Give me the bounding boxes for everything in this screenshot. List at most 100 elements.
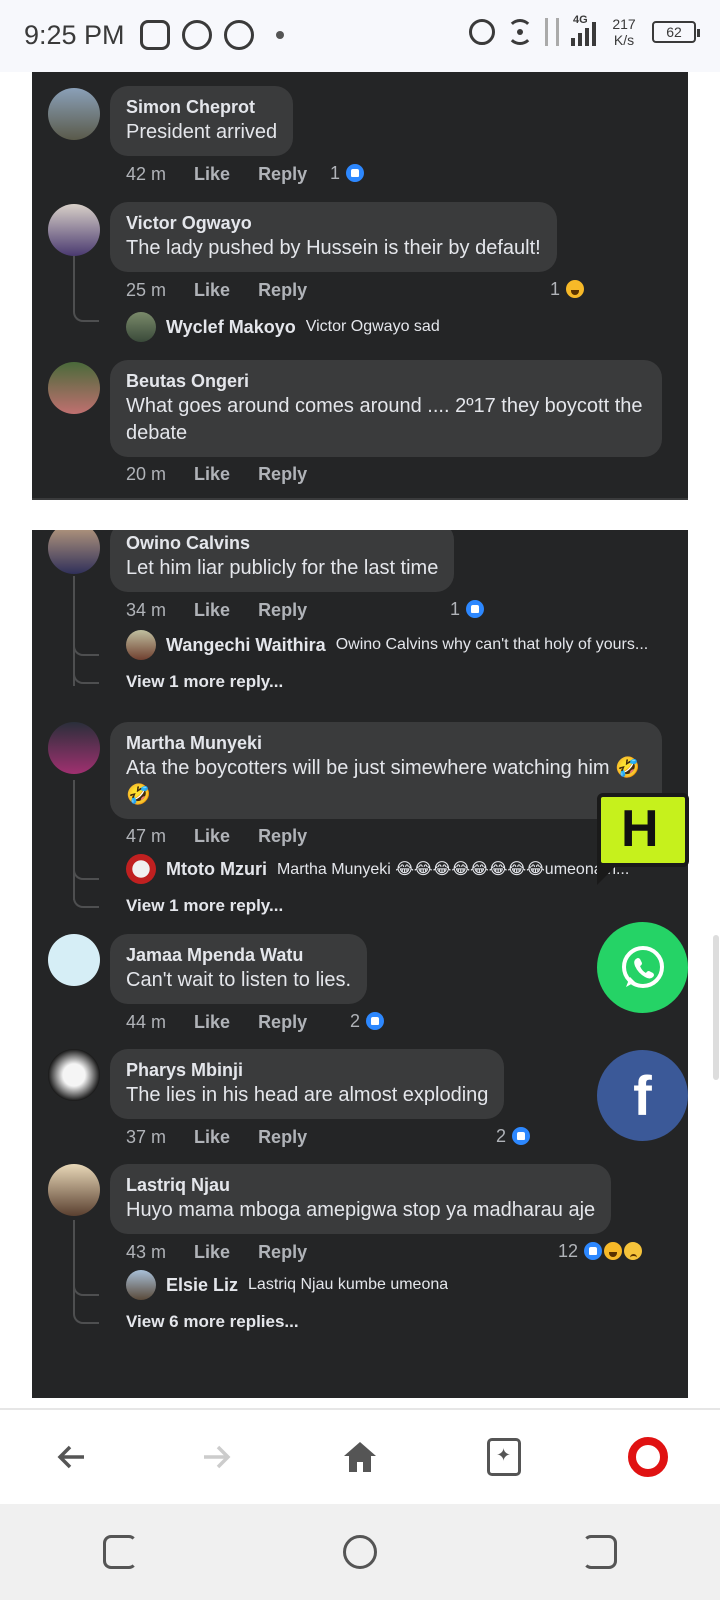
like-button[interactable]: Like	[194, 164, 230, 185]
sub-reply[interactable]: Elsie Liz Lastriq Njau kumbe umeona	[126, 1270, 672, 1300]
data-transfer-icon	[545, 18, 559, 46]
reply-button[interactable]: Reply	[258, 826, 307, 847]
comment-time: 20 m	[126, 464, 167, 484]
sub-reply[interactable]: Wangechi Waithira Owino Calvins why can'…	[126, 630, 672, 660]
comment-author[interactable]: Jamaa Mpenda Watu	[126, 943, 351, 967]
reply-avatar[interactable]	[126, 312, 156, 342]
like-button[interactable]: Like	[194, 1012, 230, 1033]
comment-author[interactable]: Victor Ogwayo	[126, 211, 541, 235]
alarm-icon	[469, 19, 495, 45]
comment: Simon Cheprot President arrived 42 m Lik…	[32, 86, 688, 186]
comment-bubble: Victor Ogwayo The lady pushed by Hussein…	[110, 202, 557, 272]
reply-author[interactable]: Elsie Liz	[166, 1275, 238, 1296]
like-button[interactable]: Like	[194, 280, 230, 301]
like-button[interactable]: Like	[194, 1127, 230, 1148]
haha-reaction-icon	[602, 1240, 625, 1262]
like-button[interactable]: Like	[194, 464, 230, 485]
comment-text: The lady pushed by Hussein is their by d…	[126, 237, 541, 259]
like-button[interactable]: Like	[194, 1242, 230, 1263]
avatar[interactable]	[48, 88, 100, 140]
system-status-icons: 4G 217 K/s 62	[469, 14, 700, 48]
reply-author[interactable]: Wyclef Makoyo	[166, 317, 296, 338]
reply-button[interactable]: Reply	[258, 1242, 307, 1263]
sub-reply[interactable]: Mtoto Mzuri Martha Munyeki 😂😂😂😂😂😂😂😂umeon…	[126, 854, 672, 884]
system-back-button[interactable]	[583, 1535, 617, 1569]
avatar[interactable]	[48, 362, 100, 414]
whatsapp-icon	[621, 945, 664, 988]
reaction-count[interactable]: 2	[496, 1125, 533, 1147]
tabs-button[interactable]	[474, 1427, 534, 1487]
view-more-replies[interactable]: View 6 more replies...	[126, 1312, 299, 1332]
sub-reply[interactable]: Wyclef Makoyo Victor Ogwayo sad	[126, 312, 672, 342]
facebook-share-button[interactable]: f	[597, 1050, 688, 1141]
reaction-count[interactable]: 2	[350, 1010, 387, 1032]
reply-button[interactable]: Reply	[258, 464, 307, 485]
tabs-icon	[487, 1438, 521, 1476]
comment-time: 44 m	[126, 1012, 167, 1032]
avatar[interactable]	[48, 1049, 100, 1101]
avatar[interactable]	[48, 934, 100, 986]
h-logo-icon: H	[621, 800, 659, 858]
reply-button[interactable]: Reply	[258, 600, 307, 621]
thread-hook	[73, 308, 99, 322]
reply-button[interactable]: Reply	[258, 280, 307, 301]
comment-actions: 25 m Like Reply	[126, 280, 307, 301]
reaction-count[interactable]: 12	[558, 1240, 645, 1262]
network-type: 4G	[573, 14, 588, 26]
comment-bubble: Beutas Ongeri What goes around comes aro…	[110, 360, 662, 457]
forward-button[interactable]	[186, 1427, 246, 1487]
comment-author[interactable]: Pharys Mbinji	[126, 1058, 488, 1082]
opera-logo-icon	[628, 1437, 668, 1477]
reply-button[interactable]: Reply	[258, 1127, 307, 1148]
comment-time: 37 m	[126, 1127, 167, 1147]
view-more-replies[interactable]: View 1 more reply...	[126, 896, 283, 916]
home-button[interactable]	[330, 1427, 390, 1487]
battery-icon: 62	[652, 21, 700, 43]
system-home-button[interactable]	[343, 1535, 377, 1569]
like-reaction-icon	[582, 1240, 605, 1262]
comment-author[interactable]: Beutas Ongeri	[126, 369, 646, 393]
comment-text: The lies in his head are almost explodin…	[126, 1084, 489, 1106]
avatar[interactable]	[48, 722, 100, 774]
comment-actions: 20 m Like Reply	[126, 464, 307, 485]
reply-author[interactable]: Wangechi Waithira	[166, 635, 326, 656]
reply-avatar[interactable]	[126, 630, 156, 660]
whatsapp-share-button[interactable]	[597, 922, 688, 1013]
avatar[interactable]	[48, 204, 100, 256]
scrollbar[interactable]	[713, 935, 719, 1080]
comment-time: 43 m	[126, 1242, 167, 1262]
comment-time: 42 m	[126, 164, 167, 184]
reply-button[interactable]: Reply	[258, 1012, 307, 1033]
avatar[interactable]	[48, 530, 100, 574]
reply-avatar[interactable]	[126, 1270, 156, 1300]
comment-author[interactable]: Lastriq Njau	[126, 1173, 595, 1197]
recent-apps-button[interactable]	[103, 1535, 137, 1569]
comment: Jamaa Mpenda Watu Can't wait to listen t…	[32, 934, 688, 1034]
comment-actions: 42 m Like Reply	[126, 164, 307, 185]
comment-author[interactable]: Simon Cheprot	[126, 95, 277, 119]
facebook-icon: f	[633, 1064, 652, 1127]
reaction-count[interactable]: 1	[550, 278, 587, 300]
arrow-left-icon	[57, 1445, 84, 1469]
comment-author[interactable]: Owino Calvins	[126, 531, 438, 555]
thread-hook	[73, 670, 99, 684]
thread-hook	[73, 642, 99, 656]
reaction-count[interactable]: 1	[330, 162, 367, 184]
reply-author[interactable]: Mtoto Mzuri	[166, 859, 267, 880]
like-button[interactable]: Like	[194, 600, 230, 621]
reply-button[interactable]: Reply	[258, 164, 307, 185]
home-icon	[344, 1442, 376, 1472]
reply-avatar[interactable]	[126, 854, 156, 884]
comment-author[interactable]: Martha Munyeki	[126, 731, 646, 755]
avatar[interactable]	[48, 1164, 100, 1216]
whatsapp-business-notification-icon	[224, 20, 254, 50]
reaction-count[interactable]: 1	[450, 598, 487, 620]
back-button[interactable]	[42, 1427, 102, 1487]
like-button[interactable]: Like	[194, 826, 230, 847]
status-bar: 9:25 PM 4G 217 K/s 62	[0, 0, 720, 72]
thread-hook	[73, 1282, 99, 1296]
comment-text: Let him liar publicly for the last time	[126, 557, 439, 579]
view-more-replies[interactable]: View 1 more reply...	[126, 672, 283, 692]
h-logo-button[interactable]: H	[597, 793, 689, 885]
opera-menu-button[interactable]	[618, 1427, 678, 1487]
